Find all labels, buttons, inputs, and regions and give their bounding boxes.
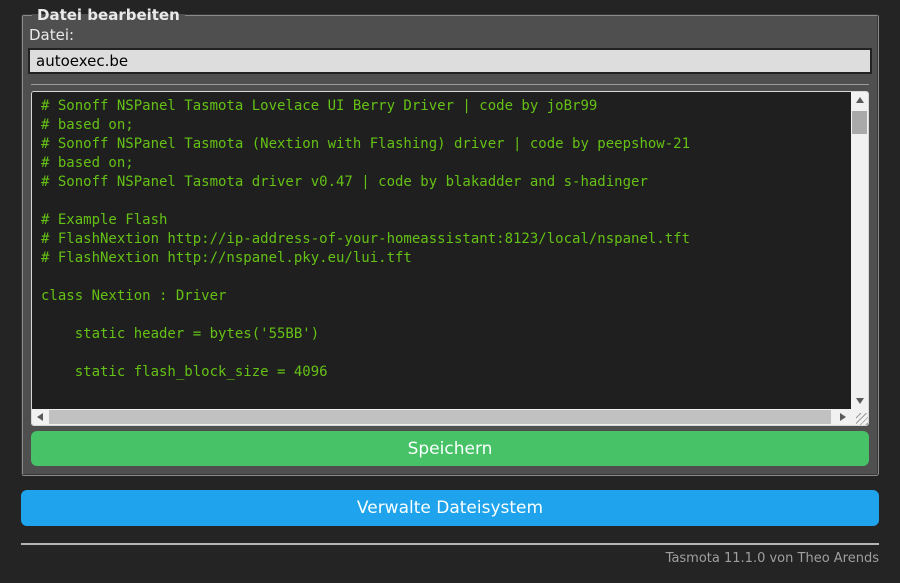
horizontal-scrollbar-thumb[interactable] (49, 410, 831, 424)
scroll-right-button[interactable] (835, 409, 851, 425)
edit-file-panel: Datei bearbeiten Datei: # Sonoff NSPanel… (21, 6, 879, 476)
code-editor: # Sonoff NSPanel Tasmota Lovelace UI Ber… (31, 91, 869, 426)
file-content-textarea[interactable]: # Sonoff NSPanel Tasmota Lovelace UI Ber… (32, 92, 851, 409)
footer-divider (21, 543, 879, 545)
page-container: Datei bearbeiten Datei: # Sonoff NSPanel… (21, 0, 879, 566)
scroll-up-icon (855, 97, 864, 103)
manage-filesystem-button[interactable]: Verwalte Dateisystem (21, 490, 879, 526)
divider-line (31, 84, 869, 85)
tasmota-version-link[interactable]: Tasmota 11.1.0 (666, 551, 766, 566)
scroll-left-icon (37, 413, 43, 421)
page-footer: Tasmota 11.1.0 von Theo Arends (21, 543, 879, 566)
filename-input[interactable] (28, 48, 872, 74)
scroll-right-icon (840, 413, 846, 421)
vertical-scrollbar-thumb[interactable] (852, 111, 867, 134)
horizontal-scrollbar[interactable] (32, 409, 851, 425)
scroll-down-icon (855, 398, 864, 404)
scroll-down-button[interactable] (851, 393, 868, 409)
save-button[interactable]: Speichern (31, 431, 869, 466)
footer-author-text: von Theo Arends (765, 551, 879, 566)
file-label: Datei: (29, 26, 75, 44)
resize-grip-icon[interactable] (851, 409, 868, 425)
scroll-up-button[interactable] (851, 92, 868, 108)
vertical-scrollbar[interactable] (851, 92, 868, 409)
scroll-left-button[interactable] (32, 409, 48, 425)
panel-title: Datei bearbeiten (37, 6, 180, 24)
